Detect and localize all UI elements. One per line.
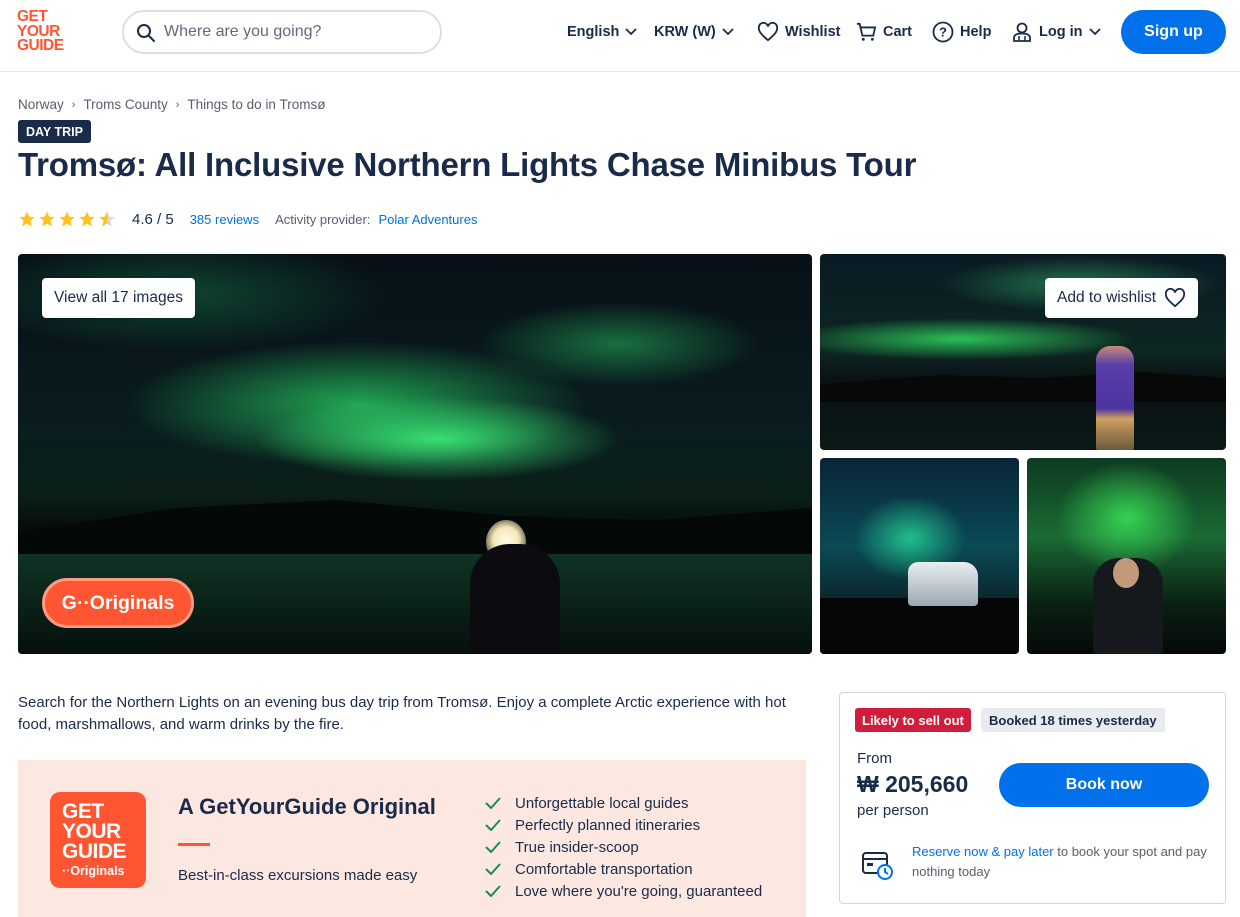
feature-label: True insider-scoop xyxy=(515,838,639,856)
chevron-down-icon xyxy=(722,28,734,36)
list-item: Love where you're going, guaranteed xyxy=(485,880,762,902)
logo-line: YOUR xyxy=(62,820,121,843)
signup-button[interactable]: Sign up xyxy=(1121,10,1226,54)
help-link[interactable]: ? Help xyxy=(932,20,991,44)
originals-badge: G··Originals xyxy=(42,578,194,628)
help-icon: ? xyxy=(932,21,954,43)
likely-to-sell-out-badge: Likely to sell out xyxy=(855,708,971,732)
originals-logo: GET YOUR GUIDE ··Originals xyxy=(50,792,146,888)
currency-label: KRW (W) xyxy=(654,24,716,40)
list-item: Comfortable transportation xyxy=(485,858,762,880)
reserve-pay-later-link[interactable]: Reserve now & pay later xyxy=(912,844,1054,859)
language-label: English xyxy=(567,24,620,40)
originals-title: A GetYourGuide Original xyxy=(178,794,436,819)
provider-link[interactable]: Polar Adventures xyxy=(378,212,477,227)
booked-count-badge: Booked 18 times yesterday xyxy=(981,708,1165,732)
view-all-images-button[interactable]: View all 17 images xyxy=(42,278,195,318)
price-from-label: From xyxy=(857,750,892,767)
day-trip-badge: DAY TRIP xyxy=(18,120,91,143)
originals-subtitle: Best-in-class excursions made easy xyxy=(178,867,418,884)
feature-label: Comfortable transportation xyxy=(515,860,693,878)
search-icon xyxy=(137,24,155,42)
heart-icon xyxy=(757,22,779,42)
list-item: Perfectly planned itineraries xyxy=(485,814,762,836)
site-header: GET YOUR GUIDE English KRW (W) Wishlist … xyxy=(0,0,1240,72)
price-value: ₩ 205,660 xyxy=(857,771,969,797)
check-icon xyxy=(485,885,501,897)
user-icon xyxy=(1013,22,1031,42)
reserve-info: Reserve now & pay later to book your spo… xyxy=(912,842,1212,882)
activity-description: Search for the Northern Lights on an eve… xyxy=(18,694,786,733)
svg-text:?: ? xyxy=(939,25,947,40)
star-icon xyxy=(39,211,55,227)
help-label: Help xyxy=(960,24,992,40)
page-title: Tromsø: All Inclusive Northern Lights Ch… xyxy=(18,146,917,183)
cart-icon xyxy=(856,22,877,41)
search-input[interactable] xyxy=(164,21,424,43)
breadcrumb-troms-county[interactable]: Troms County xyxy=(83,97,167,112)
calendar-clock-icon xyxy=(862,852,893,880)
check-icon xyxy=(485,863,501,875)
breadcrumb-norway[interactable]: Norway xyxy=(18,97,64,112)
originals-panel: GET YOUR GUIDE ··Originals A GetYourGuid… xyxy=(18,760,806,917)
wishlist-label: Wishlist xyxy=(785,24,841,40)
originals-features: Unforgettable local guides Perfectly pla… xyxy=(485,792,762,902)
breadcrumb-separator: › xyxy=(175,98,180,111)
rating-value: 4.6 / 5 xyxy=(132,210,174,228)
provider-label: Activity provider: xyxy=(275,211,371,227)
add-to-wishlist-label: Add to wishlist xyxy=(1057,289,1157,306)
check-icon xyxy=(485,819,501,831)
photo-bottom-left[interactable] xyxy=(820,458,1019,654)
feature-label: Unforgettable local guides xyxy=(515,794,689,812)
logo-sub: ··Originals xyxy=(62,864,125,878)
divider xyxy=(178,843,210,846)
photo-bottom-right[interactable] xyxy=(1027,458,1226,654)
heart-icon xyxy=(1165,288,1186,308)
breadcrumb-separator: › xyxy=(71,98,76,111)
chevron-down-icon xyxy=(625,28,638,36)
search-bar[interactable] xyxy=(122,10,442,54)
reviews-link[interactable]: 385 reviews xyxy=(190,212,259,227)
feature-label: Perfectly planned itineraries xyxy=(515,816,701,834)
login-label: Log in xyxy=(1039,24,1083,40)
rating-row: 4.6 / 5 385 reviews Activity provider: P… xyxy=(18,207,477,231)
star-icon xyxy=(79,211,95,227)
price-per-label: per person xyxy=(857,802,929,819)
getyourguide-logo[interactable]: GET YOUR GUIDE xyxy=(17,9,77,56)
list-item: True insider-scoop xyxy=(485,836,762,858)
wishlist-link[interactable]: Wishlist xyxy=(757,20,840,44)
check-icon xyxy=(485,797,501,809)
logo-line: GUIDE xyxy=(62,840,127,863)
logo-line: GUIDE xyxy=(17,37,64,54)
language-selector[interactable]: English xyxy=(567,20,638,44)
login-menu[interactable]: Log in xyxy=(1011,20,1101,44)
book-now-button[interactable]: Book now xyxy=(999,763,1209,807)
add-to-wishlist-button[interactable]: Add to wishlist xyxy=(1045,278,1199,318)
star-icon xyxy=(59,211,75,227)
chevron-down-icon xyxy=(1088,28,1101,36)
breadcrumb-things-to-do[interactable]: Things to do in Tromsø xyxy=(187,97,325,112)
breadcrumb: Norway › Troms County › Things to do in … xyxy=(18,97,325,112)
feature-label: Love where you're going, guaranteed xyxy=(515,882,763,900)
star-icon xyxy=(19,211,35,227)
cart-label: Cart xyxy=(883,24,913,40)
check-icon xyxy=(485,841,501,853)
rating-stars xyxy=(18,210,116,228)
star-half-icon xyxy=(99,211,115,227)
logo-line: GET xyxy=(62,800,104,823)
currency-selector[interactable]: KRW (W) xyxy=(654,20,734,44)
booking-card: Likely to sell out Booked 18 times yeste… xyxy=(839,692,1226,904)
cart-link[interactable]: Cart xyxy=(855,20,912,44)
list-item: Unforgettable local guides xyxy=(485,792,762,814)
